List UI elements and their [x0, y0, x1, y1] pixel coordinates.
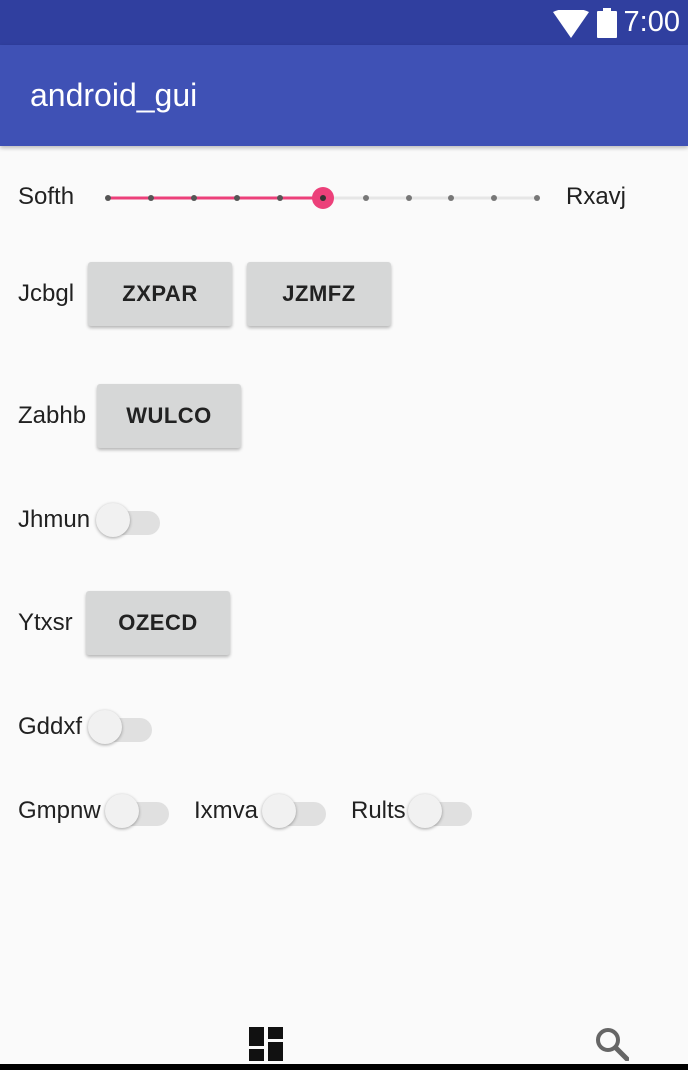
ixmva-switch[interactable] [262, 790, 326, 830]
ytxsr-label: Ytxsr [18, 609, 73, 636]
switch-thumb [88, 710, 122, 744]
switch-thumb [105, 794, 139, 828]
switch-thumb [408, 794, 442, 828]
jhmun-label: Jhmun [18, 506, 91, 533]
zxpar-button[interactable]: ZXPAR [88, 262, 232, 326]
ozecd-button[interactable]: OZECD [86, 591, 230, 655]
rults-label: Rults [351, 797, 406, 824]
slider-left-label: Softh [18, 183, 75, 210]
status-bar: 7:00 [0, 0, 688, 45]
app-bar: android_gui [0, 45, 688, 146]
gddxf-label: Gddxf [18, 713, 83, 740]
bottom-nav [0, 1010, 688, 1070]
app-title: android_gui [30, 77, 198, 113]
dashboard-icon[interactable] [249, 1027, 283, 1061]
jzmfz-button[interactable]: JZMFZ [247, 262, 391, 326]
gmpnw-switch[interactable] [105, 790, 169, 830]
switch-thumb [262, 794, 296, 828]
jhmun-switch[interactable] [96, 499, 160, 539]
ixmva-label: Ixmva [194, 797, 259, 824]
system-nav-strip [0, 1064, 688, 1070]
wifi-icon [553, 10, 589, 38]
search-icon[interactable] [595, 1027, 629, 1061]
wulco-button[interactable]: WULCO [97, 384, 241, 448]
zabhb-label: Zabhb [18, 402, 87, 429]
rults-switch[interactable] [408, 790, 472, 830]
battery-icon [597, 8, 617, 38]
jcbgl-label: Jcbgl [18, 280, 75, 307]
status-time: 7:00 [623, 6, 680, 38]
gmpnw-label: Gmpnw [18, 797, 101, 824]
slider-right-label: Rxavj [566, 183, 627, 210]
switch-thumb [96, 503, 130, 537]
discrete-slider[interactable] [100, 178, 545, 218]
gddxf-switch[interactable] [88, 706, 152, 746]
